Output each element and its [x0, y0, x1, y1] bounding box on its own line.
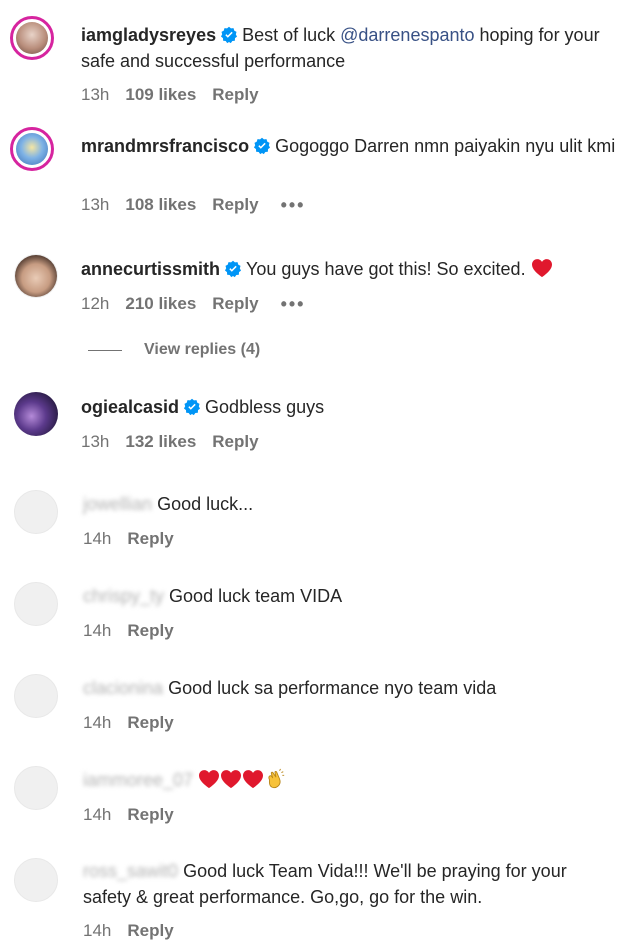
comment-text: chrispy_ty Good luck team VIDA	[83, 583, 618, 609]
comment-body: Godbless guys	[205, 397, 325, 417]
red-heart-emoji	[199, 770, 220, 789]
comment-username[interactable]: mrandmrsfrancisco	[81, 136, 249, 156]
comment-body: Best of luck	[242, 25, 341, 45]
verified-badge-icon	[254, 137, 271, 155]
comment-text: mrandmrsfrancisco Gogoggo Darren nmn paiy…	[81, 133, 616, 159]
comment-meta: 14h Reply	[83, 621, 174, 641]
comment-meta: 13h 109 likes Reply	[81, 85, 259, 105]
comment-body: Good luck...	[157, 494, 254, 514]
red-heart-emoji	[243, 770, 264, 789]
comment-time: 14h	[83, 805, 112, 824]
avatar[interactable]	[14, 582, 58, 626]
comment-time: 12h	[81, 294, 110, 313]
comment-meta: 14h Reply	[83, 921, 174, 941]
view-replies-button[interactable]: View replies (4)	[88, 341, 260, 359]
comment-text: annecurtissmith You guys have got this! S…	[81, 256, 616, 282]
verified-badge-icon	[184, 398, 201, 416]
comment-text: jowellian Good luck...	[83, 491, 618, 517]
comment-meta: 14h Reply	[83, 529, 174, 549]
view-replies-label: View replies (4)	[144, 341, 261, 358]
reply-button[interactable]: Reply	[212, 195, 258, 215]
comment-time: 14h	[83, 713, 112, 732]
comment-time: 14h	[83, 529, 112, 548]
reply-button[interactable]: Reply	[127, 805, 173, 825]
reply-button[interactable]: Reply	[212, 85, 258, 105]
comment-meta: 13h 132 likes Reply	[81, 432, 259, 452]
likes-count[interactable]: 210 likes	[125, 294, 196, 314]
avatar[interactable]	[14, 674, 58, 718]
comment-username[interactable]: iammoree_07	[83, 770, 193, 790]
avatar[interactable]	[10, 127, 54, 171]
red-heart-emoji	[221, 770, 242, 789]
clapping-hands-emoji	[268, 768, 285, 789]
comment-meta: 14h Reply	[83, 713, 174, 733]
comment-text: ogiealcasid Godbless guys	[81, 394, 616, 420]
comment-time: 13h	[81, 85, 110, 104]
likes-count[interactable]: 109 likes	[125, 85, 196, 105]
avatar[interactable]	[14, 766, 58, 810]
reply-button[interactable]: Reply	[212, 294, 258, 314]
comment-text: ross_sawit0 Good luck Team Vida!!! We'll…	[83, 858, 613, 910]
comment-username[interactable]: annecurtissmith	[81, 259, 220, 279]
reply-button[interactable]: Reply	[127, 921, 173, 941]
comments-list: iamgladysreyes Best of luck @darrenespant…	[0, 0, 636, 950]
comment-time: 14h	[83, 921, 112, 940]
reply-button[interactable]: Reply	[127, 621, 173, 641]
comment-username[interactable]: chrispy_ty	[83, 586, 164, 606]
mention-link[interactable]: @darrenespanto	[340, 25, 474, 45]
reply-button[interactable]: Reply	[127, 713, 173, 733]
comment-body: You guys have got this! So excited.	[246, 259, 526, 279]
comment-body: Gogoggo Darren nmn paiyakin nyu ulit kmi	[275, 136, 616, 156]
comment-time: 13h	[81, 195, 110, 214]
avatar[interactable]	[14, 254, 58, 298]
comment-time: 14h	[83, 621, 112, 640]
avatar[interactable]	[10, 16, 54, 60]
comment-username[interactable]: jowellian	[83, 494, 152, 514]
comment-username[interactable]: clacionina	[83, 678, 163, 698]
comment-meta: 13h 108 likes Reply •••	[81, 195, 305, 215]
likes-count[interactable]: 132 likes	[125, 432, 196, 452]
comment-text: clacionina Good luck sa performance nyo …	[83, 675, 618, 701]
verified-badge-icon	[225, 260, 242, 278]
reply-button[interactable]: Reply	[212, 432, 258, 452]
avatar[interactable]	[14, 858, 58, 902]
verified-badge-icon	[221, 26, 238, 44]
reply-button[interactable]: Reply	[127, 529, 173, 549]
comment-text: iammoree_07	[83, 767, 618, 793]
comment-username[interactable]: ross_sawit0	[83, 861, 178, 881]
comment-username[interactable]: ogiealcasid	[81, 397, 179, 417]
more-options-icon[interactable]: •••	[281, 295, 306, 313]
comment-time: 13h	[81, 432, 110, 451]
more-options-icon[interactable]: •••	[281, 196, 306, 214]
comment-body: Good luck sa performance nyo team vida	[168, 678, 497, 698]
comment-text: iamgladysreyes Best of luck @darrenespant…	[81, 22, 616, 74]
avatar[interactable]	[14, 392, 58, 436]
divider-line	[88, 349, 122, 351]
avatar[interactable]	[14, 490, 58, 534]
comment-username[interactable]: iamgladysreyes	[81, 25, 216, 45]
comment-body: Good luck team VIDA	[169, 586, 343, 606]
comment-meta: 14h Reply	[83, 805, 174, 825]
comment-meta: 12h 210 likes Reply •••	[81, 294, 305, 314]
red-heart-emoji	[531, 259, 552, 278]
likes-count[interactable]: 108 likes	[125, 195, 196, 215]
